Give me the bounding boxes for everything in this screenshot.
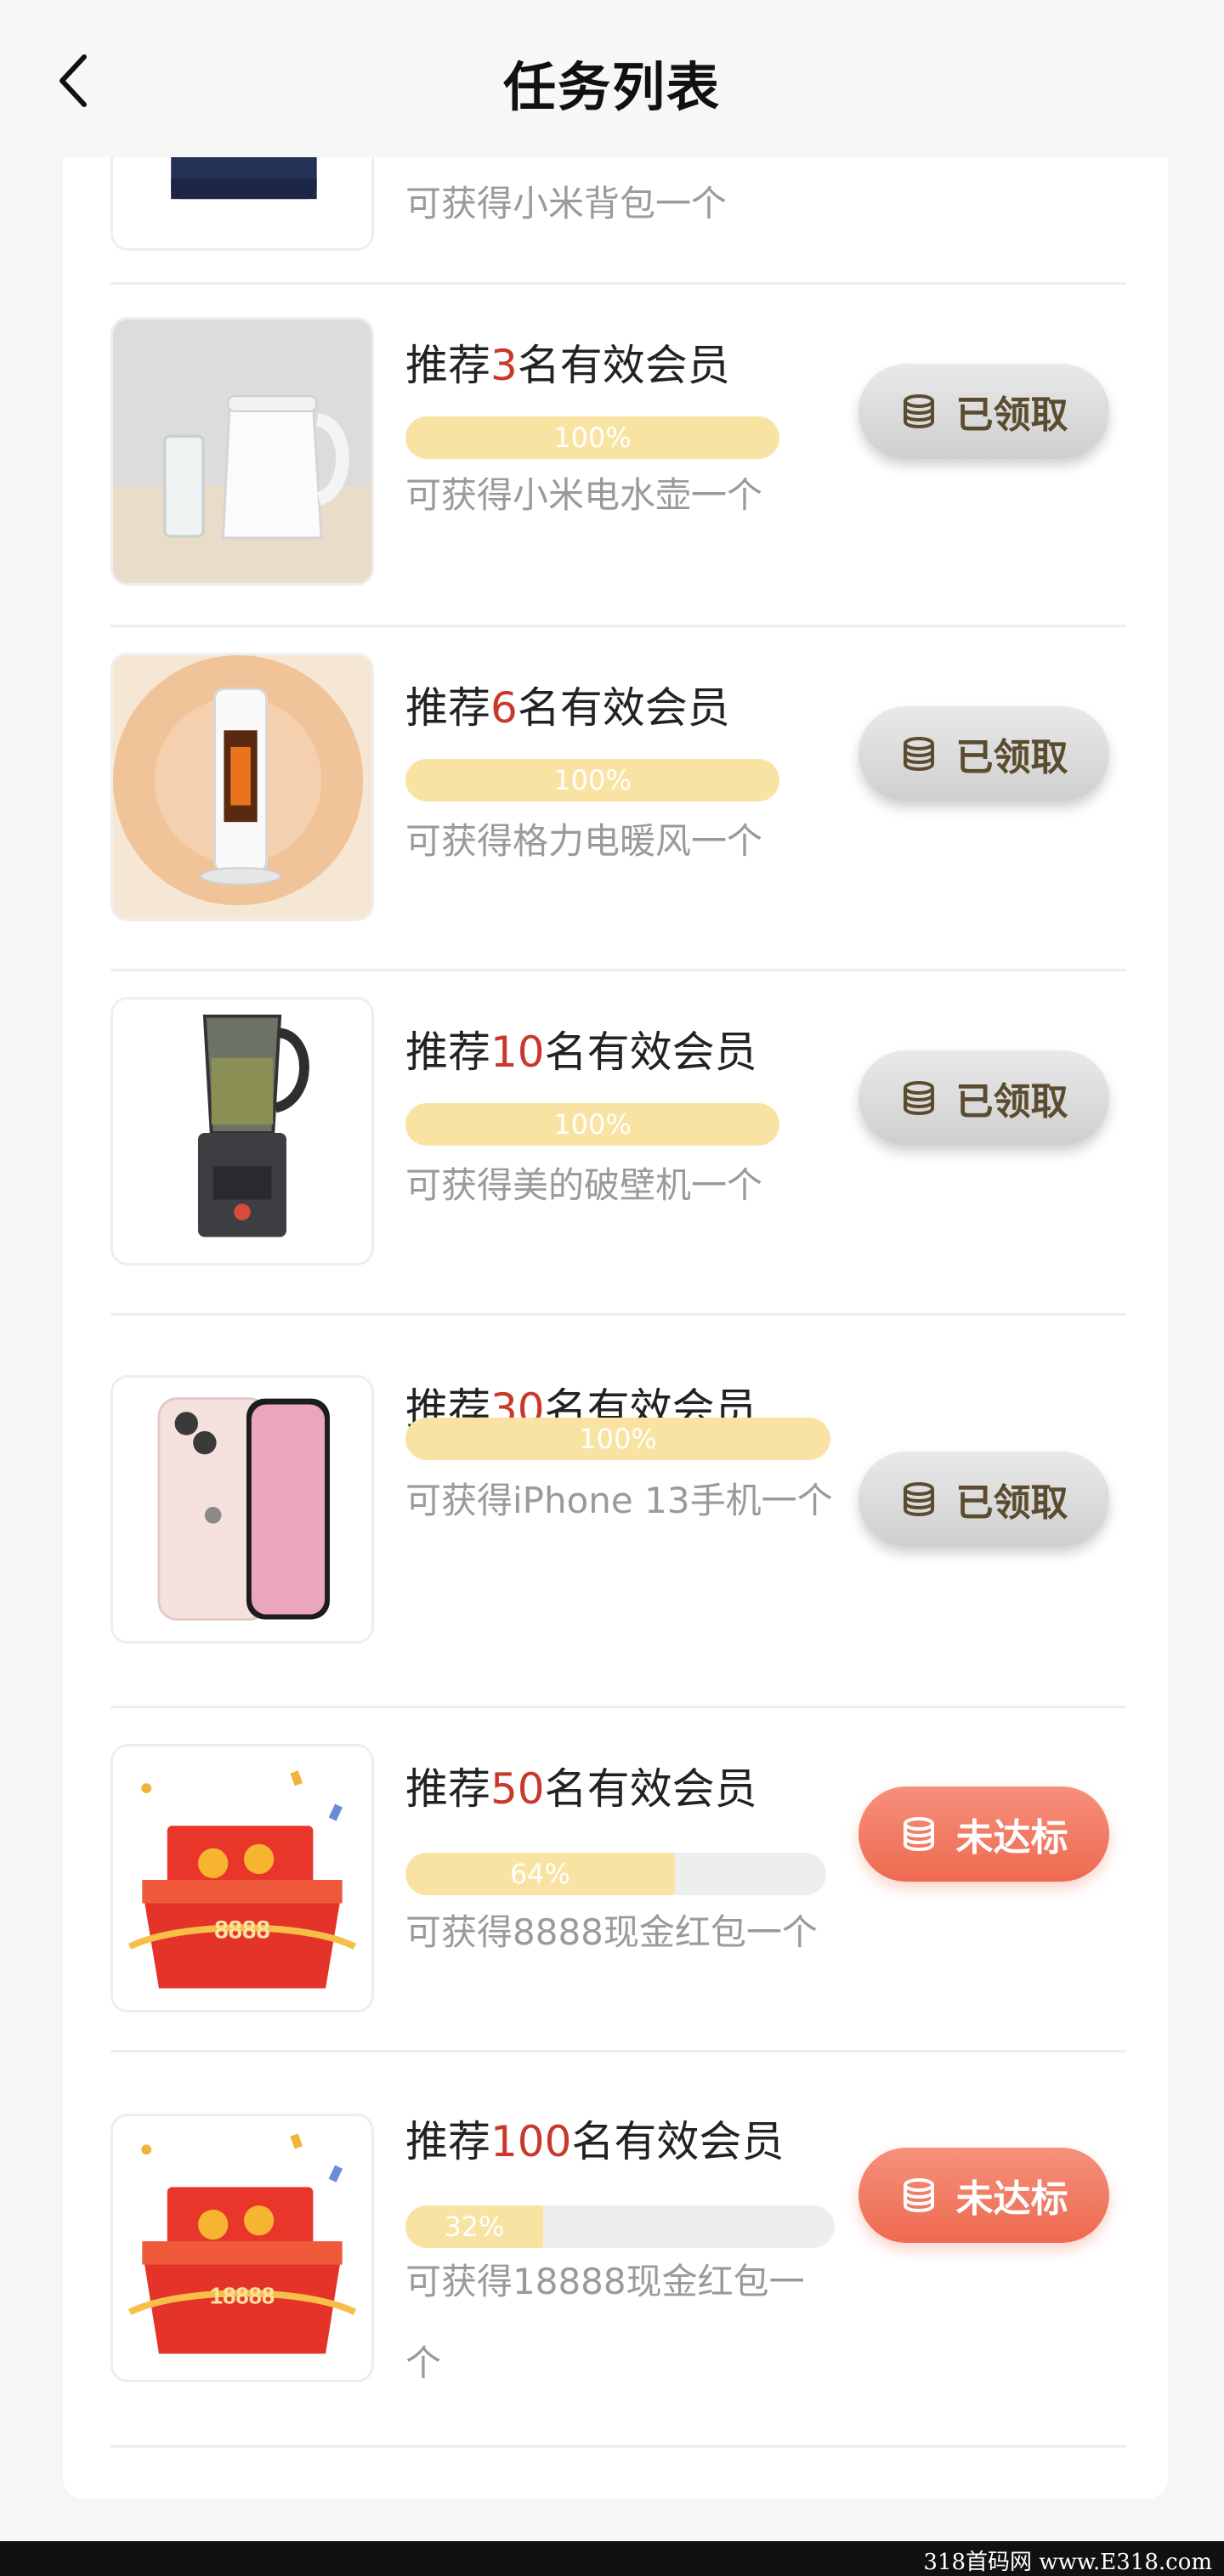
task-title: 推荐10名有效会员 (405, 1028, 757, 1077)
progress-bar: 64% (405, 1853, 826, 1895)
watermark-text: 318首码网 www.E318.com (923, 2550, 1212, 2575)
coin-stack-icon (903, 1817, 934, 1851)
product-image-red-envelope: 8888 (110, 1744, 374, 2013)
task-row: 8888 推荐50名有效会员 64% 可获得8888现金红包一个 未达标 (110, 1708, 1126, 2052)
page-title: 任务列表 (502, 56, 721, 118)
button-label: 已领取 (955, 393, 1068, 437)
reward-text: 可获得8888现金红包一个 (405, 1911, 818, 1953)
button-label: 未达标 (955, 1816, 1068, 1860)
progress-bar: 100% (405, 1418, 830, 1460)
product-image-kettle (110, 317, 374, 586)
task-row: 18888 推荐100名有效会员 32% 可获得18888现金红包一个 未达标 (110, 2052, 1126, 2448)
not-reached-button[interactable]: 未达标 (858, 2148, 1109, 2243)
task-title: 推荐50名有效会员 (405, 1764, 757, 1814)
product-image-blender (110, 997, 374, 1265)
button-label: 已领取 (955, 1481, 1068, 1525)
coin-stack-icon (903, 1081, 934, 1115)
reward-text: 可获得格力电暖风一个 (405, 820, 763, 862)
progress-label: 100% (579, 1423, 657, 1455)
claimed-button[interactable]: 已领取 (858, 364, 1109, 459)
task-row: 推荐6名有效会员 100% 可获得格力电暖风一个 已领取 (110, 627, 1126, 971)
product-image-heater (110, 653, 374, 921)
product-image-red-envelope: 18888 (110, 2114, 374, 2382)
progress-bar: 100% (405, 759, 779, 801)
progress-bar: 100% (405, 416, 779, 459)
coin-stack-icon (903, 394, 934, 428)
task-title: 推荐100名有效会员 (405, 2117, 785, 2166)
progress-label: 100% (553, 422, 632, 454)
button-label: 已领取 (955, 1080, 1068, 1124)
task-row: 推荐3名有效会员 100% 可获得小米电水壶一个 已领取 (110, 285, 1126, 627)
claimed-button[interactable]: 已领取 (858, 706, 1109, 801)
top-bar: 任务列表 (0, 0, 1224, 157)
reward-text: 可获得18888现金红包一个 (405, 2261, 805, 2384)
task-row: 推荐30名有效会员 100% 可获得iPhone 13手机一个 已领取 (110, 1316, 1126, 1708)
reward-text: 可获得美的破壁机一个 (405, 1164, 763, 1206)
task-list-card: 可获得小米背包一个 推荐3名有效会员 100% 可获得小米电水壶一个 已领取 推… (63, 110, 1168, 2499)
progress-label: 64% (509, 1858, 571, 1890)
progress-label: 100% (553, 1108, 632, 1141)
task-title: 推荐3名有效会员 (405, 341, 730, 390)
claimed-button[interactable]: 已领取 (858, 1452, 1109, 1547)
envelope-amount: 8888 (214, 1916, 269, 1945)
task-title: 推荐6名有效会员 (405, 683, 730, 733)
progress-label: 100% (553, 764, 632, 796)
button-label: 未达标 (955, 2177, 1068, 2221)
coin-stack-icon (903, 2178, 934, 2212)
coin-stack-icon (903, 737, 934, 771)
reward-text: 可获得小米电水壶一个 (405, 474, 763, 516)
not-reached-button[interactable]: 未达标 (858, 1786, 1109, 1882)
coin-stack-icon (903, 1482, 934, 1516)
progress-bar: 100% (405, 1103, 779, 1146)
claimed-button[interactable]: 已领取 (858, 1050, 1109, 1146)
envelope-amount: 18888 (210, 2283, 275, 2309)
product-image-iphone (110, 1375, 374, 1644)
button-label: 已领取 (955, 736, 1068, 779)
reward-text: 可获得小米背包一个 (405, 183, 728, 224)
reward-text: 可获得iPhone 13手机一个 (405, 1480, 833, 1521)
task-row: 推荐10名有效会员 100% 可获得美的破壁机一个 已领取 (110, 971, 1126, 1316)
